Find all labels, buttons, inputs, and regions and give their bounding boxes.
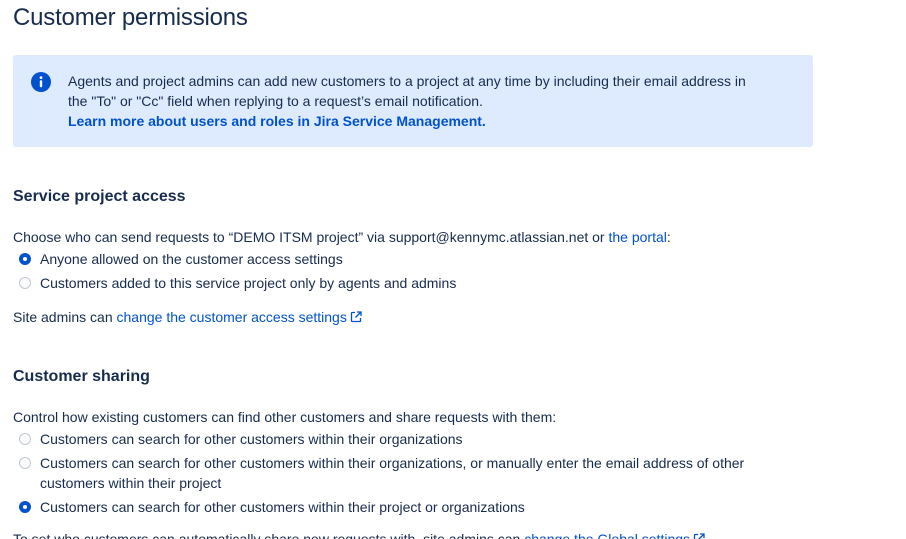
customer-sharing-description: Control how existing customers can find … [13, 409, 557, 425]
access-option-customers-added[interactable]: Customers added to this service project … [19, 273, 456, 293]
external-link-icon [693, 533, 705, 539]
site-admins-note-text: Site admins can [13, 309, 117, 325]
learn-more-link[interactable]: Learn more about users and roles in Jira… [68, 111, 788, 131]
info-panel: Agents and project admins can add new cu… [13, 55, 813, 147]
global-settings-link[interactable]: change the Global settings [524, 531, 705, 539]
access-option-customers-added-label: Customers added to this service project … [40, 275, 457, 291]
external-link-icon [350, 311, 362, 323]
sharing-option-organizations-radio[interactable] [19, 433, 31, 445]
global-settings-link-label: change the Global settings [524, 531, 691, 539]
access-option-customers-added-radio[interactable] [19, 277, 31, 289]
customer-sharing-heading: Customer sharing [13, 368, 150, 385]
access-option-anyone-radio[interactable] [19, 253, 31, 265]
page-title: Customer permissions [13, 4, 248, 31]
access-option-anyone[interactable]: Anyone allowed on the customer access se… [19, 249, 343, 269]
info-text-line-1: Agents and project admins can add new cu… [68, 73, 746, 89]
info-text-line-2: the "To" or "Cc" field when replying to … [68, 93, 483, 109]
info-message: Agents and project admins can add new cu… [68, 71, 788, 131]
access-option-anyone-label: Anyone allowed on the customer access se… [40, 251, 343, 267]
info-icon [31, 72, 51, 92]
sharing-option-organizations[interactable]: Customers can search for other customers… [19, 429, 463, 449]
service-access-description-text: Choose who can send requests to “DEMO IT… [13, 229, 609, 245]
global-settings-note: To set who customers can automatically s… [13, 529, 705, 539]
sharing-option-manual-email-radio[interactable] [19, 457, 31, 469]
portal-link[interactable]: the portal [608, 229, 666, 245]
service-access-description-suffix: : [666, 229, 671, 245]
sharing-option-organizations-label: Customers can search for other customers… [40, 431, 463, 447]
sharing-option-project-or-organizations[interactable]: Customers can search for other customers… [19, 497, 525, 517]
customer-access-settings-link-label: change the customer access settings [116, 309, 347, 325]
sharing-option-manual-email[interactable]: Customers can search for other customers… [19, 453, 800, 493]
service-project-access-heading: Service project access [13, 188, 186, 205]
customer-access-settings-link[interactable]: change the customer access settings [117, 309, 362, 325]
sharing-option-project-or-organizations-radio[interactable] [19, 501, 31, 513]
site-admins-note: Site admins can change the customer acce… [13, 307, 362, 327]
sharing-option-manual-email-label: Customers can search for other customers… [40, 455, 745, 491]
sharing-option-project-or-organizations-label: Customers can search for other customers… [40, 499, 525, 515]
global-settings-note-text: To set who customers can automatically s… [13, 531, 525, 539]
service-access-description: Choose who can send requests to “DEMO IT… [13, 227, 671, 247]
